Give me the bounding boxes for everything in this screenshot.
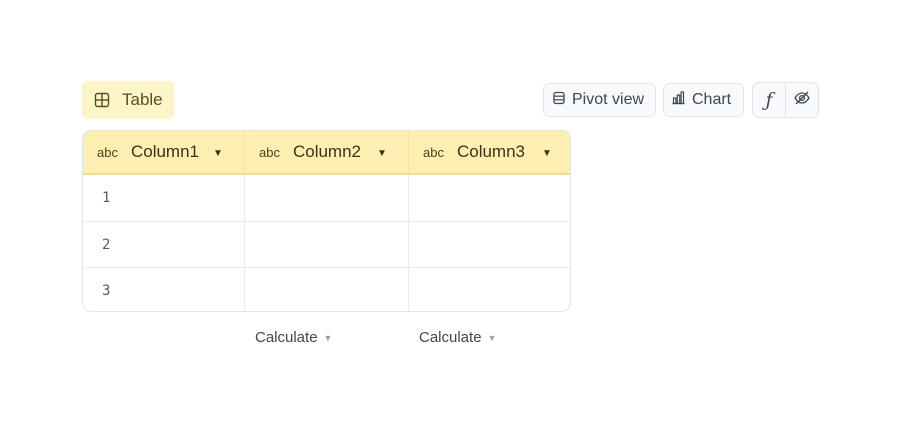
column-tools-group: ƒ xyxy=(752,82,819,118)
cell[interactable]: 3 xyxy=(83,268,244,311)
eye-off-icon xyxy=(793,89,811,112)
table-view-tab[interactable]: Table xyxy=(82,81,174,119)
cell[interactable] xyxy=(408,175,570,221)
caret-down-icon: ▼ xyxy=(323,332,333,343)
cell[interactable] xyxy=(244,222,408,267)
column-header-2[interactable]: abc Column2 ▼ xyxy=(244,131,408,173)
function-icon: ƒ xyxy=(765,88,773,111)
database-icon xyxy=(552,91,566,110)
column-name: Column1 xyxy=(130,142,200,161)
pivot-view-label: Pivot view xyxy=(572,91,645,108)
grid-header: abc Column1 ▼ abc Column2 ▼ abc Column3 … xyxy=(83,131,570,175)
caret-down-icon[interactable]: ▼ xyxy=(377,148,387,159)
calculate-dropdown-column2[interactable]: Calculate ▼ xyxy=(255,329,332,346)
table-view: Table Pivot view Chart ƒ abc Column1 ▼ a… xyxy=(0,0,900,425)
cell[interactable]: 1 xyxy=(83,175,244,221)
data-grid: abc Column1 ▼ abc Column2 ▼ abc Column3 … xyxy=(82,130,571,312)
column-name: Column2 xyxy=(292,142,362,161)
column-header-1[interactable]: abc Column1 ▼ xyxy=(83,131,244,173)
formula-button[interactable]: ƒ xyxy=(753,83,785,117)
calculate-label: Calculate xyxy=(419,329,482,346)
table-row: 3 xyxy=(83,267,570,311)
chart-button[interactable]: Chart xyxy=(663,83,744,117)
column-type-label: abc xyxy=(259,144,280,160)
caret-down-icon[interactable]: ▼ xyxy=(213,148,223,159)
cell[interactable] xyxy=(408,268,570,311)
cell[interactable]: 2 xyxy=(83,222,244,267)
calculate-dropdown-column3[interactable]: Calculate ▼ xyxy=(419,329,496,346)
column-header-3[interactable]: abc Column3 ▼ xyxy=(408,131,570,173)
caret-down-icon[interactable]: ▼ xyxy=(542,148,552,159)
column-type-label: abc xyxy=(97,144,118,160)
table-tab-label: Table xyxy=(122,90,163,109)
column-type-label: abc xyxy=(423,144,444,160)
table-row: 2 xyxy=(83,221,570,267)
pivot-view-button[interactable]: Pivot view xyxy=(543,83,656,117)
chart-label: Chart xyxy=(692,91,732,108)
cell[interactable] xyxy=(408,222,570,267)
cell[interactable] xyxy=(244,268,408,311)
calculate-label: Calculate xyxy=(255,329,318,346)
column-name: Column3 xyxy=(456,142,526,161)
bar-chart-icon xyxy=(671,90,686,110)
table-row: 1 xyxy=(83,175,570,221)
cell[interactable] xyxy=(244,175,408,221)
hide-columns-button[interactable] xyxy=(785,83,818,117)
caret-down-icon: ▼ xyxy=(487,332,497,343)
table-grid-icon xyxy=(94,92,110,108)
